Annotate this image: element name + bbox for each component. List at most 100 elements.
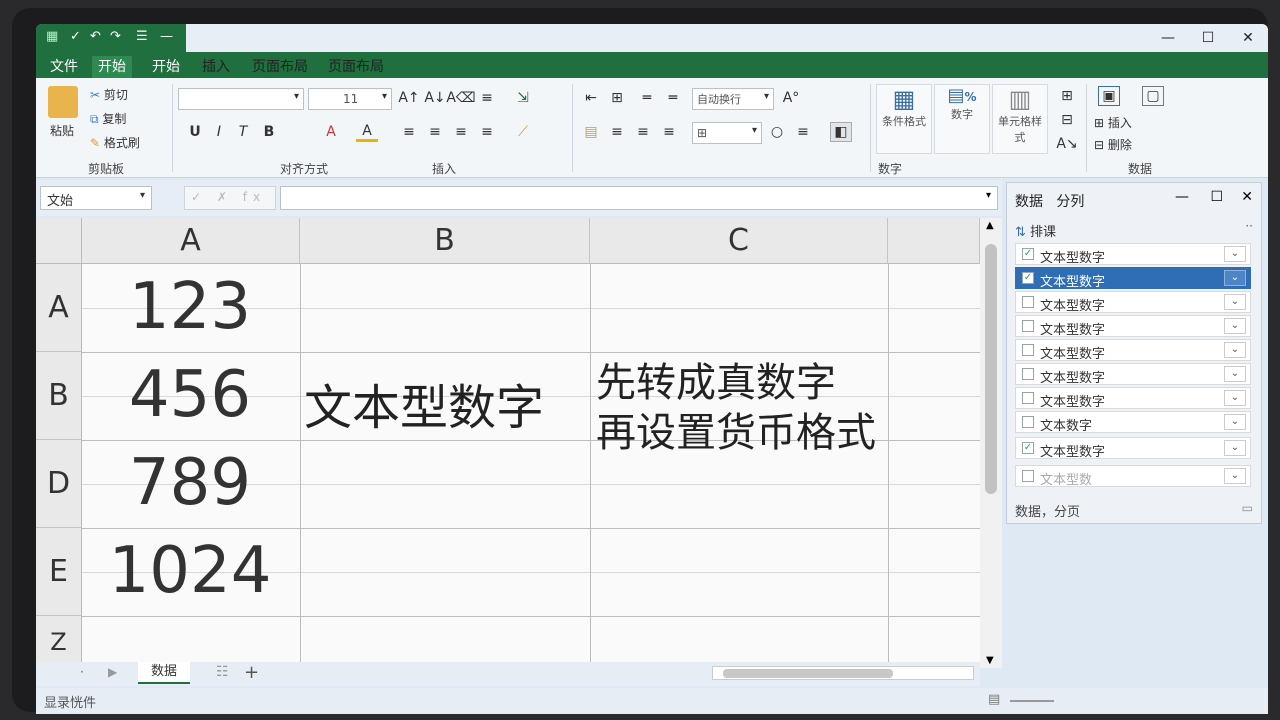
italic-button-2[interactable]: T [232, 122, 254, 142]
orientation-icon-2[interactable]: A° [780, 88, 802, 108]
checkbox[interactable]: ✓ [1022, 248, 1034, 260]
chevron-down-icon[interactable]: ⌄ [1224, 468, 1246, 484]
wrap-text-icon[interactable]: ⇲ [512, 88, 534, 108]
panel-list-item[interactable]: ✓ 文本型数字 ⌄ [1015, 267, 1251, 290]
tab-insert[interactable]: 插入 [196, 56, 236, 78]
panel-list-item[interactable]: 文本型数字 ⌄ [1015, 363, 1251, 386]
tab-home-2[interactable]: 开始 [146, 56, 186, 78]
borders-select[interactable]: ⊞ ▾ [692, 122, 762, 144]
orientation-icon[interactable]: ⟋ [512, 122, 534, 142]
row-header-1[interactable]: A [36, 264, 82, 352]
insert-cells-button[interactable]: ⊞ 插入 [1094, 114, 1132, 131]
tab-home[interactable]: 开始 [92, 56, 132, 78]
checkbox[interactable]: ✓ [1022, 272, 1034, 284]
copy-button[interactable]: ⧉ 复制 [90, 110, 126, 127]
cell-c2-line2[interactable]: 再设置货币格式 [596, 400, 876, 458]
customize-icon[interactable]: ☰ [136, 29, 148, 44]
column-header-a[interactable]: A [82, 218, 300, 264]
increase-font-icon[interactable]: A↑ [398, 88, 420, 108]
panel-list-item[interactable]: 文本型数字 ⌄ [1015, 339, 1251, 362]
cut-button[interactable]: ✂ 剪切 [90, 86, 128, 103]
align-right-icon[interactable]: ≡ [476, 122, 498, 142]
checkbox[interactable] [1022, 320, 1034, 332]
redo-icon[interactable]: ↷ [110, 29, 121, 44]
chevron-down-icon[interactable]: ⌄ [1224, 318, 1246, 334]
hscroll-thumb[interactable] [723, 669, 893, 678]
next-sheet-icon[interactable]: ▶ [108, 665, 117, 679]
cell-styles-button[interactable]: ▥ 单元格样式 [992, 84, 1048, 154]
fill-color-icon[interactable]: A [320, 122, 342, 142]
align-top-icon[interactable]: ═ [636, 88, 658, 108]
name-box[interactable]: 文始 ▾ [40, 186, 152, 210]
minimize-small-icon[interactable]: — [160, 29, 173, 44]
underline-button[interactable]: U [184, 122, 206, 142]
checkbox[interactable] [1022, 416, 1034, 428]
panel-list-item[interactable]: 文本型数 ⌄ [1015, 465, 1251, 488]
panel-list-item[interactable]: 文本型数字 ⌄ [1015, 291, 1251, 314]
column-header-b[interactable]: B [300, 218, 590, 264]
checkbox[interactable] [1022, 344, 1034, 356]
cell-a2[interactable]: 456 [82, 358, 298, 432]
undo-icon[interactable]: ↶ [90, 29, 101, 44]
sheet-tab-active[interactable]: 数据 [138, 662, 190, 684]
cell-a4[interactable]: 1024 [82, 534, 298, 608]
align-icon[interactable]: ≡ [476, 88, 498, 108]
checkbox[interactable] [1022, 470, 1034, 482]
align-center-icon[interactable]: ≡ [450, 122, 472, 142]
chevron-down-icon[interactable]: ⌄ [1224, 414, 1246, 430]
panel-list-item[interactable]: ✓ 文本型数字 ⌄ [1015, 243, 1251, 266]
delete-icon[interactable]: ⊟ [1056, 110, 1078, 130]
checkbox[interactable] [1022, 296, 1034, 308]
add-sheet-icon[interactable]: + [244, 662, 259, 683]
page-view-icon[interactable]: ▤ [988, 692, 1000, 707]
chevron-down-icon[interactable]: ⌄ [1224, 342, 1246, 358]
align-left-icon[interactable]: ≡ [424, 122, 446, 142]
panel-minimize-icon[interactable]: — [1175, 189, 1189, 205]
panel-maximize-icon[interactable]: ☐ [1210, 189, 1223, 205]
decrease-font-icon[interactable]: A↓ [424, 88, 446, 108]
clear-format-icon[interactable]: A⌫ [446, 88, 475, 108]
conditional-format-button[interactable]: ▦ 条件格式 [876, 84, 932, 154]
indent-icon[interactable]: ⇤ [580, 88, 602, 108]
italic-button[interactable]: I [208, 122, 230, 142]
row-header-4[interactable]: E [36, 528, 82, 616]
border-icon[interactable]: ≡ [398, 122, 420, 142]
formula-actions[interactable]: ✓ ✗ fx [184, 186, 276, 210]
scroll-thumb[interactable] [985, 244, 997, 494]
row-header-2[interactable]: B [36, 352, 82, 440]
sheet-list-icon[interactable]: ☷ [216, 664, 229, 680]
prev-sheet-icon[interactable]: · [80, 665, 84, 679]
number-format-select[interactable]: 自动换行 ▾ [692, 88, 774, 110]
checkbox[interactable]: ✓ [1022, 442, 1034, 454]
cell-a1[interactable]: 123 [82, 270, 298, 344]
font-family-select[interactable]: ▾ [178, 88, 304, 110]
row-header-3[interactable]: D [36, 440, 82, 528]
bold-button[interactable]: B [258, 122, 280, 142]
panel-close-icon[interactable]: ✕ [1241, 189, 1253, 205]
formula-input[interactable]: ▾ [280, 186, 998, 210]
cell-b2-text[interactable]: 文本型数字 [304, 368, 544, 438]
justify-icon[interactable]: ≡ [658, 122, 680, 142]
merge-icon[interactable]: ⊞ [606, 88, 628, 108]
chevron-down-icon[interactable]: ⌄ [1224, 294, 1246, 310]
delete-cells-button[interactable]: ⊟ 删除 [1094, 136, 1132, 153]
horizontal-scrollbar[interactable] [712, 666, 974, 680]
column-header-c[interactable]: C [590, 218, 888, 264]
panel-list-item[interactable]: 文本数字 ⌄ [1015, 411, 1251, 434]
format-painter-button[interactable]: ✎ 格式刷 [90, 134, 140, 151]
align-right-2-icon[interactable]: ≡ [632, 122, 654, 142]
panel-list-item[interactable]: ✓ 文本型数字 ⌄ [1015, 437, 1251, 460]
scroll-down-icon[interactable]: ▼ [986, 655, 994, 666]
chevron-down-icon[interactable]: ⌄ [1224, 366, 1246, 382]
paste-label[interactable]: 粘贴 [50, 122, 74, 139]
tab-file[interactable]: 文件 [44, 56, 84, 78]
circle-icon[interactable]: ○ [766, 122, 788, 142]
maximize-icon[interactable]: ☐ [1188, 24, 1228, 52]
window-icon[interactable]: ▢ [1142, 86, 1164, 106]
font-color-icon[interactable]: A [356, 122, 378, 142]
row-header-5[interactable]: Z [36, 616, 82, 668]
checkbox[interactable] [1022, 392, 1034, 404]
align-center-2-icon[interactable]: ≡ [606, 122, 628, 142]
panel-toggle-icon[interactable]: ▣ [1098, 86, 1120, 106]
tab-page-layout-2[interactable]: 页面布局 [322, 56, 390, 78]
